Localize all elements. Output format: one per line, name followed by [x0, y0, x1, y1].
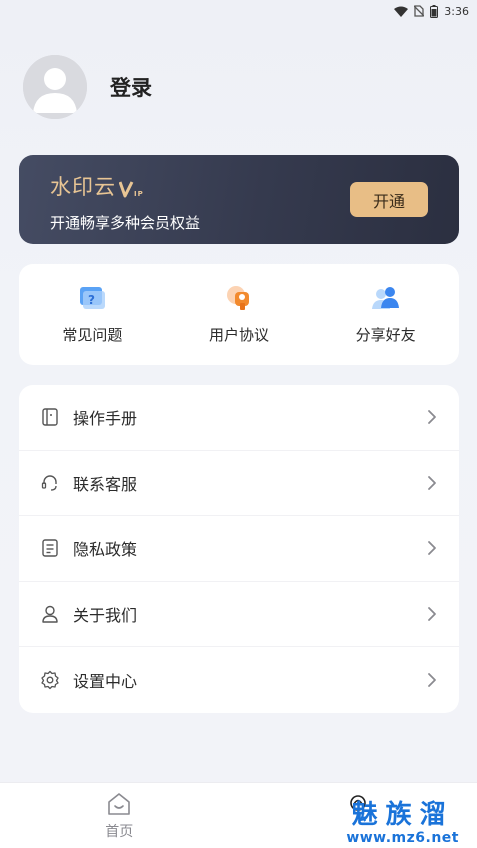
quick-item-faq[interactable]: ? 常见问题 [19, 264, 166, 365]
login-link[interactable]: 登录 [110, 72, 152, 102]
gear-icon [41, 671, 59, 690]
document-icon [42, 539, 58, 558]
vip-badge-icon: IP [119, 181, 143, 198]
avatar[interactable] [23, 55, 87, 119]
vip-title: 水印云 IP [50, 171, 143, 201]
no-sim-icon [414, 5, 425, 17]
vip-brand: 水印云 [50, 175, 116, 199]
chevron-right-icon [428, 541, 436, 556]
menu-item-privacy[interactable]: 隐私政策 [19, 516, 459, 582]
menu-label: 关于我们 [73, 606, 138, 626]
home-icon [108, 793, 131, 815]
menu-label: 操作手册 [73, 409, 138, 429]
quick-label: 用户协议 [209, 326, 270, 344]
manual-icon [42, 408, 58, 426]
chevron-right-icon [428, 410, 436, 425]
menu-item-manual[interactable]: 操作手册 [19, 385, 459, 451]
quick-label: 分享好友 [355, 326, 416, 344]
menu-item-settings[interactable]: 设置中心 [19, 647, 459, 713]
faq-icon: ? [80, 287, 106, 309]
chevron-right-icon [428, 475, 436, 490]
headset-icon [41, 475, 57, 491]
chevron-right-icon [428, 673, 436, 688]
battery-icon [430, 4, 439, 18]
agreement-icon [227, 286, 249, 310]
default-avatar-icon [23, 55, 87, 119]
status-bar: 3:36 [0, 0, 477, 22]
chevron-right-icon [428, 607, 436, 621]
svg-text:?: ? [88, 293, 95, 307]
menu-label: 设置中心 [73, 672, 138, 692]
watermark-url: www.mz6.net [346, 830, 459, 846]
user-icon [42, 605, 58, 623]
quick-item-share[interactable]: 分享好友 [312, 264, 459, 365]
tab-home[interactable]: 首页 [0, 783, 239, 848]
watermark-title: 魅族溜 [351, 800, 454, 830]
quick-actions: ? 常见问题 用户协议 分享好友 [19, 264, 459, 365]
status-time: 3:36 [444, 4, 469, 18]
wifi-icon [394, 6, 409, 17]
menu-label: 联系客服 [73, 474, 138, 494]
site-watermark: 魅族溜 www.mz6.net [346, 800, 459, 846]
activate-vip-button[interactable]: 开通 [350, 182, 428, 217]
vip-subtitle: 开通畅享多种会员权益 [50, 214, 201, 232]
profile-header[interactable]: 登录 [23, 55, 152, 119]
menu-label: 隐私政策 [73, 540, 138, 560]
vip-banner[interactable]: 水印云 IP 开通畅享多种会员权益 开通 [19, 155, 459, 244]
menu-item-support[interactable]: 联系客服 [19, 451, 459, 517]
svg-text:IP: IP [134, 190, 143, 198]
quick-label: 常见问题 [62, 326, 123, 344]
settings-menu: 操作手册 联系客服 隐私政策 关于我们 设置中心 [19, 385, 459, 713]
tab-label: 首页 [105, 824, 134, 840]
menu-item-about[interactable]: 关于我们 [19, 582, 459, 648]
share-friends-icon [371, 287, 399, 309]
quick-item-agreement[interactable]: 用户协议 [166, 264, 313, 365]
